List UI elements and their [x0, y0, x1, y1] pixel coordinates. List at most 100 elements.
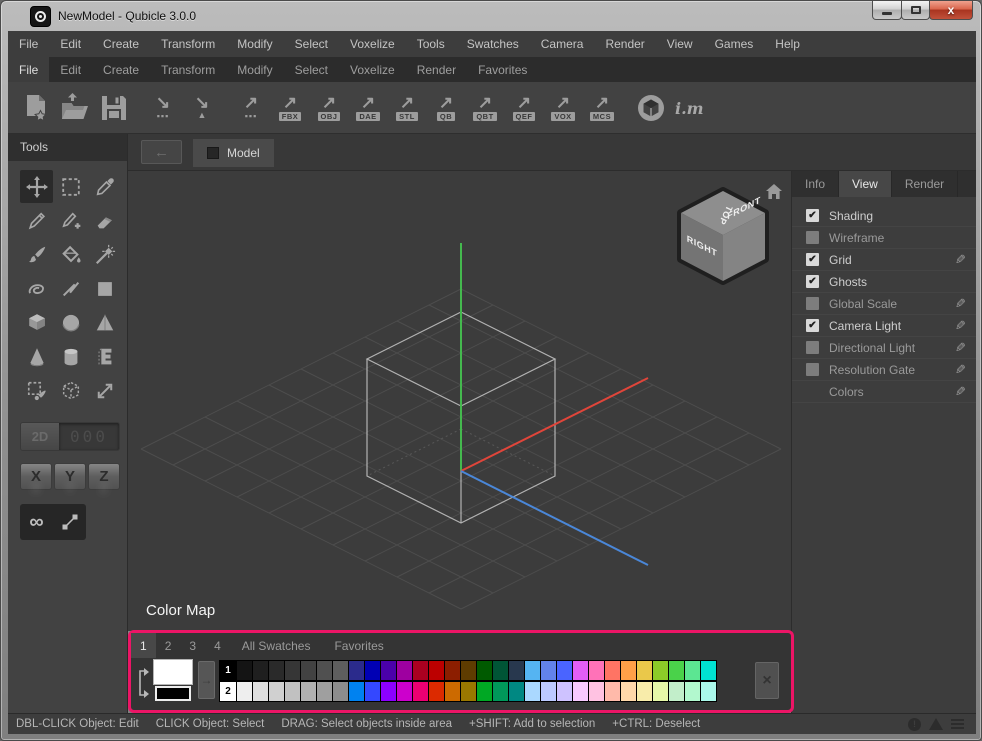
edit-pencil-icon[interactable]: ✎ — [955, 252, 966, 268]
menu-games[interactable]: Games — [704, 31, 765, 57]
swatch-cell[interactable] — [508, 660, 525, 681]
cylinder-tool[interactable] — [54, 340, 87, 373]
swatch-cell[interactable] — [284, 660, 301, 681]
swatch-cell[interactable] — [380, 681, 397, 702]
swatch-cell[interactable] — [332, 660, 349, 681]
pyramid-tool[interactable] — [88, 306, 121, 339]
pencil-tool[interactable] — [20, 204, 53, 237]
swatch-cell[interactable] — [476, 681, 493, 702]
select-tool[interactable] — [54, 170, 87, 203]
menu-render[interactable]: Render — [594, 31, 655, 57]
export-obj-button[interactable]: ↗OBJ — [311, 86, 347, 130]
magic-wand-tool[interactable] — [88, 238, 121, 271]
sketchfab-button[interactable] — [633, 86, 669, 130]
swatch-cell[interactable] — [492, 681, 509, 702]
edit-pencil-icon[interactable]: ✎ — [955, 340, 966, 356]
swatch-cell[interactable] — [268, 660, 285, 681]
swatch-cell[interactable] — [460, 660, 477, 681]
swatch-cell[interactable] — [252, 660, 269, 681]
swatch-cell[interactable] — [588, 681, 605, 702]
menu-edit[interactable]: Edit — [49, 31, 92, 57]
swatch-cell[interactable] — [636, 660, 653, 681]
swatch-cell[interactable] — [652, 681, 669, 702]
swatch-cell[interactable] — [316, 660, 333, 681]
swatch-cell[interactable] — [412, 660, 429, 681]
line-tool-button[interactable] — [53, 504, 86, 540]
submenu-modify[interactable]: Modify — [226, 57, 283, 82]
resize-tool[interactable] — [88, 374, 121, 407]
swatch-cell[interactable] — [604, 660, 621, 681]
swatch-tab-2[interactable]: 2 — [156, 633, 181, 658]
swatch-cell[interactable] — [284, 681, 301, 702]
apply-color-button[interactable]: → — [198, 661, 215, 699]
swatch-cell[interactable] — [524, 660, 541, 681]
swatch-cell[interactable] — [556, 681, 573, 702]
swatch-cell[interactable] — [540, 660, 557, 681]
export-button[interactable]: ↗▪▪▪ — [233, 86, 269, 130]
swatch-cell[interactable] — [348, 681, 365, 702]
background-color-swatch[interactable] — [155, 686, 191, 701]
export-qbt-button[interactable]: ↗QBT — [467, 86, 503, 130]
warning-status-icon[interactable] — [929, 718, 943, 730]
swatch-cell[interactable] — [540, 681, 557, 702]
swatch-cell[interactable] — [604, 681, 621, 702]
pencil-add-tool[interactable] — [54, 204, 87, 237]
menu-tools[interactable]: Tools — [406, 31, 456, 57]
eraser-tool[interactable] — [88, 204, 121, 237]
swatch-cell[interactable] — [684, 660, 701, 681]
foreground-color-swatch[interactable] — [153, 659, 193, 685]
edit-pencil-icon[interactable]: ✎ — [955, 384, 966, 400]
swatch-cell[interactable] — [364, 660, 381, 681]
color-picker-tool[interactable] — [88, 170, 121, 203]
swatch-cell[interactable] — [364, 681, 381, 702]
directional-light-checkbox[interactable] — [806, 341, 819, 354]
import-mesh-button[interactable]: ↘▲ — [184, 86, 220, 130]
save-file-button[interactable] — [96, 86, 132, 130]
export-dae-button[interactable]: ↗DAE — [350, 86, 386, 130]
swatch-cell[interactable] — [332, 681, 349, 702]
swatch-cell[interactable] — [300, 660, 317, 681]
delete-swatch-button[interactable]: × — [755, 662, 779, 699]
view-cube[interactable]: TOP RIGHT FRONT — [673, 185, 773, 289]
swatch-cell[interactable] — [652, 660, 669, 681]
axis-x-button[interactable]: X — [20, 463, 52, 490]
axis-z-button[interactable]: Z — [88, 463, 120, 490]
swatch-tab-4[interactable]: 4 — [205, 633, 230, 658]
edit-pencil-icon[interactable]: ✎ — [955, 318, 966, 334]
swatch-cell[interactable] — [460, 681, 477, 702]
swatch-cell[interactable] — [668, 660, 685, 681]
cone-tool[interactable] — [20, 340, 53, 373]
resolution-gate-checkbox[interactable] — [806, 363, 819, 376]
swatch-cell[interactable] — [428, 681, 445, 702]
menu-select[interactable]: Select — [284, 31, 339, 57]
title-bar[interactable]: NewModel - Qubicle 3.0.0 x — [1, 1, 982, 31]
swatch-cell[interactable] — [588, 660, 605, 681]
swatch-cell[interactable] — [620, 681, 637, 702]
submenu-favorites[interactable]: Favorites — [467, 57, 538, 82]
close-button[interactable]: x — [929, 1, 973, 20]
swatch-cell[interactable] — [476, 660, 493, 681]
home-view-icon[interactable] — [765, 183, 783, 200]
swatch-cell[interactable] — [556, 660, 573, 681]
import-button[interactable]: ↘▪▪▪ — [145, 86, 181, 130]
swatch-cell[interactable] — [396, 660, 413, 681]
log-menu-icon[interactable] — [951, 719, 964, 729]
swatch-cell[interactable] — [444, 660, 461, 681]
menu-modify[interactable]: Modify — [226, 31, 283, 57]
edit-pencil-icon[interactable]: ✎ — [955, 296, 966, 312]
im-logo-button[interactable]: i.m — [672, 86, 708, 130]
ghosts-checkbox[interactable]: ✔ — [806, 275, 819, 288]
swatch-cell[interactable] — [412, 681, 429, 702]
rectangle-tool[interactable] — [88, 272, 121, 305]
swatch-cell[interactable] — [236, 681, 253, 702]
swatch-cell[interactable] — [316, 681, 333, 702]
swatch-cell[interactable] — [700, 681, 717, 702]
swatch-tab-1[interactable]: 1 — [131, 633, 156, 658]
select-paint-tool[interactable] — [20, 374, 53, 407]
model-tab[interactable]: Model — [193, 139, 274, 167]
swatch-cell[interactable] — [444, 681, 461, 702]
grid-checkbox[interactable]: ✔ — [806, 253, 819, 266]
swatch-cell[interactable] — [700, 660, 717, 681]
swatch-cell[interactable] — [508, 681, 525, 702]
swatch-cell[interactable] — [492, 660, 509, 681]
